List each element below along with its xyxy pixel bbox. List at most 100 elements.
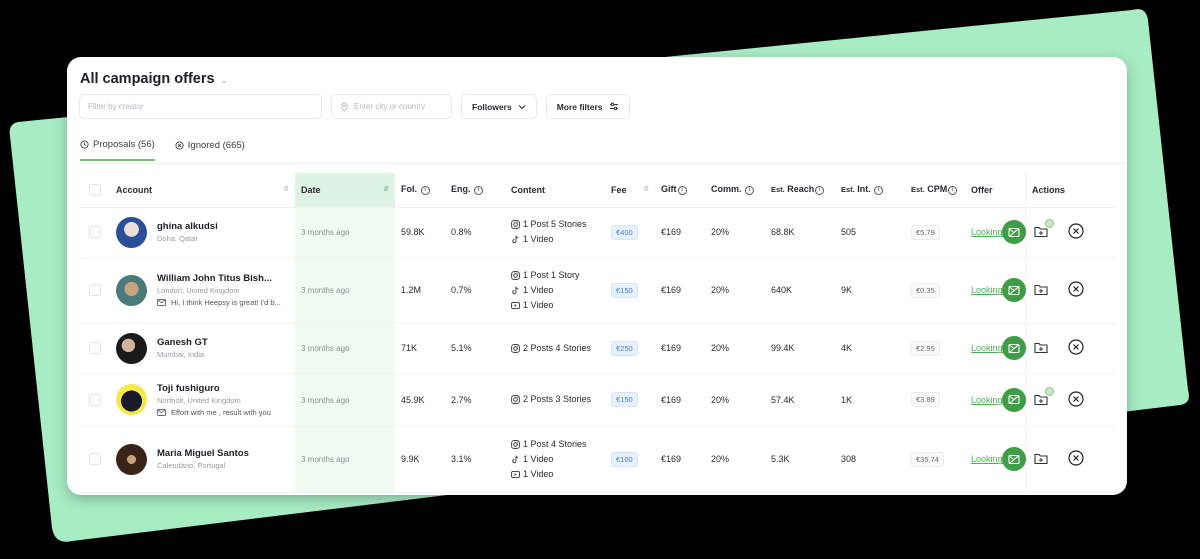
tab-proposals[interactable]: Proposals (56) <box>80 139 155 161</box>
select-all-header <box>80 173 110 208</box>
date-cell: 3 months ago <box>295 257 395 324</box>
add-to-folder-button[interactable] <box>1034 283 1048 297</box>
header-fee[interactable]: Fee ⇵ <box>605 173 655 208</box>
sort-icon[interactable]: ⇵ <box>283 185 289 193</box>
tiktok-deliverables: 1 Video <box>523 284 554 295</box>
followers-label: Followers <box>472 101 512 112</box>
table-row[interactable]: Maria Miguel Santos Calendário, Portugal… <box>80 426 1116 493</box>
add-to-folder-button[interactable] <box>1034 341 1048 355</box>
info-icon[interactable]: i <box>420 186 430 196</box>
add-to-folder-button[interactable] <box>1034 452 1048 466</box>
table-row[interactable]: Toji fushiguro Northolt, United Kingdom … <box>80 373 1116 427</box>
creator-name[interactable]: ghina alkudsi <box>157 221 218 232</box>
tabs-divider <box>80 163 1127 164</box>
date-cell: 3 months ago <box>295 373 395 427</box>
row-checkbox[interactable] <box>89 453 101 465</box>
message-button[interactable] <box>1002 278 1026 302</box>
header-engagement[interactable]: Eng. i <box>445 173 505 208</box>
info-icon[interactable]: i <box>474 186 484 196</box>
avatar[interactable] <box>116 216 147 248</box>
youtube-icon <box>511 470 520 478</box>
fee-cell: €150 <box>605 257 655 324</box>
table-row[interactable]: William John Titus Bish... London, Unite… <box>80 257 1116 324</box>
date-cell: 3 months ago <box>295 207 395 258</box>
account-cell[interactable]: ghina alkudsi Doha, Qatar <box>110 207 295 258</box>
account-cell[interactable]: William John Titus Bish... London, Unite… <box>110 257 295 324</box>
header-reach: Est. Reach i <box>765 173 835 208</box>
info-icon[interactable]: i <box>815 186 825 196</box>
message-button[interactable] <box>1002 447 1026 471</box>
followers-cell: 1.2M <box>395 257 445 324</box>
x-circle-icon <box>1068 223 1084 239</box>
header-content: Content <box>505 173 605 208</box>
message-icon <box>157 299 166 306</box>
sort-active-icon[interactable]: ⇵ <box>383 185 389 193</box>
content-instagram: 1 Post 1 Story <box>511 268 605 283</box>
header-followers[interactable]: Fol. i <box>395 173 445 208</box>
content-cell: 2 Posts 3 Stories <box>505 373 605 427</box>
header-engagement-label: Eng. <box>451 184 471 195</box>
ignore-button[interactable] <box>1068 339 1084 357</box>
add-to-folder-button[interactable] <box>1034 386 1054 407</box>
more-filters-button[interactable]: More filters <box>545 94 630 119</box>
cpm-cell: €5.79 <box>905 207 965 258</box>
info-icon[interactable]: i <box>677 186 687 196</box>
page-header: All campaign offers ⌄ <box>80 71 228 87</box>
date-value: 3 months ago <box>301 228 350 237</box>
sort-icon[interactable]: ⇵ <box>643 185 649 193</box>
ignore-button[interactable] <box>1068 390 1084 409</box>
row-checkbox[interactable] <box>89 226 101 238</box>
creator-name[interactable]: Maria Miguel Santos <box>157 448 249 459</box>
message-button[interactable] <box>1002 387 1026 412</box>
ignore-button[interactable] <box>1068 281 1084 299</box>
creator-placeholder: Filter by creator <box>88 102 144 111</box>
creator-name[interactable]: Toji fushiguro <box>157 383 271 394</box>
engagement-cell: 5.1% <box>445 323 505 374</box>
table-row[interactable]: Ganesh GT Mumbai, India 3 months ago 71K… <box>80 323 1116 374</box>
city-country-input[interactable]: Enter city or country <box>331 94 452 119</box>
filter-by-creator-input[interactable]: Filter by creator <box>79 94 322 119</box>
followers-dropdown[interactable]: Followers <box>461 94 537 119</box>
row-checkbox[interactable] <box>89 393 101 406</box>
table-row[interactable]: ghina alkudsi Doha, Qatar 3 months ago 5… <box>80 207 1116 258</box>
account-cell[interactable]: Toji fushiguro Northolt, United Kingdom … <box>110 373 295 427</box>
row-checkbox[interactable] <box>89 284 101 296</box>
ignore-button[interactable] <box>1068 223 1084 241</box>
mail-icon <box>1008 285 1020 295</box>
header-cpm-label: CPM <box>927 184 948 195</box>
folder-plus-icon <box>1034 342 1048 354</box>
avatar[interactable] <box>116 443 147 475</box>
gift-cell: €169 <box>655 207 705 258</box>
message-button[interactable] <box>1002 336 1026 360</box>
fee-badge: €400 <box>611 224 638 240</box>
message-button[interactable] <box>1002 220 1026 244</box>
ignore-button[interactable] <box>1068 450 1084 468</box>
info-icon[interactable]: i <box>745 186 755 196</box>
header-account[interactable]: Account ⇵ <box>110 173 295 208</box>
header-date[interactable]: Date ⇵ <box>295 173 395 208</box>
creator-name[interactable]: William John Titus Bish... <box>157 273 281 284</box>
row-select-cell <box>80 426 110 493</box>
creator-message-text: Hi, I think Heepsy is great! I'd b... <box>171 298 281 307</box>
avatar[interactable] <box>116 274 147 306</box>
creator-name[interactable]: Ganesh GT <box>157 337 208 348</box>
add-to-folder-button[interactable] <box>1034 219 1054 239</box>
chevron-down-icon <box>518 104 526 109</box>
commission-cell: 20% <box>705 373 765 427</box>
account-cell[interactable]: Ganesh GT Mumbai, India <box>110 323 295 374</box>
commission-cell: 20% <box>705 207 765 258</box>
content-instagram: 2 Posts 4 Stories <box>511 341 605 356</box>
commission-cell: 20% <box>705 323 765 374</box>
youtube-icon <box>511 301 520 309</box>
row-checkbox[interactable] <box>89 342 101 354</box>
info-icon[interactable]: i <box>948 186 958 196</box>
title-dropdown-chevron-icon[interactable]: ⌄ <box>221 75 229 86</box>
commission-cell: 20% <box>705 257 765 324</box>
tab-ignored[interactable]: Ignored (665) <box>175 139 245 161</box>
avatar[interactable] <box>116 384 147 415</box>
avatar[interactable] <box>116 332 147 364</box>
select-all-checkbox[interactable] <box>89 183 101 196</box>
followers-cell: 71K <box>395 323 445 374</box>
account-cell[interactable]: Maria Miguel Santos Calendário, Portugal <box>110 426 295 493</box>
info-icon[interactable]: i <box>874 186 884 196</box>
